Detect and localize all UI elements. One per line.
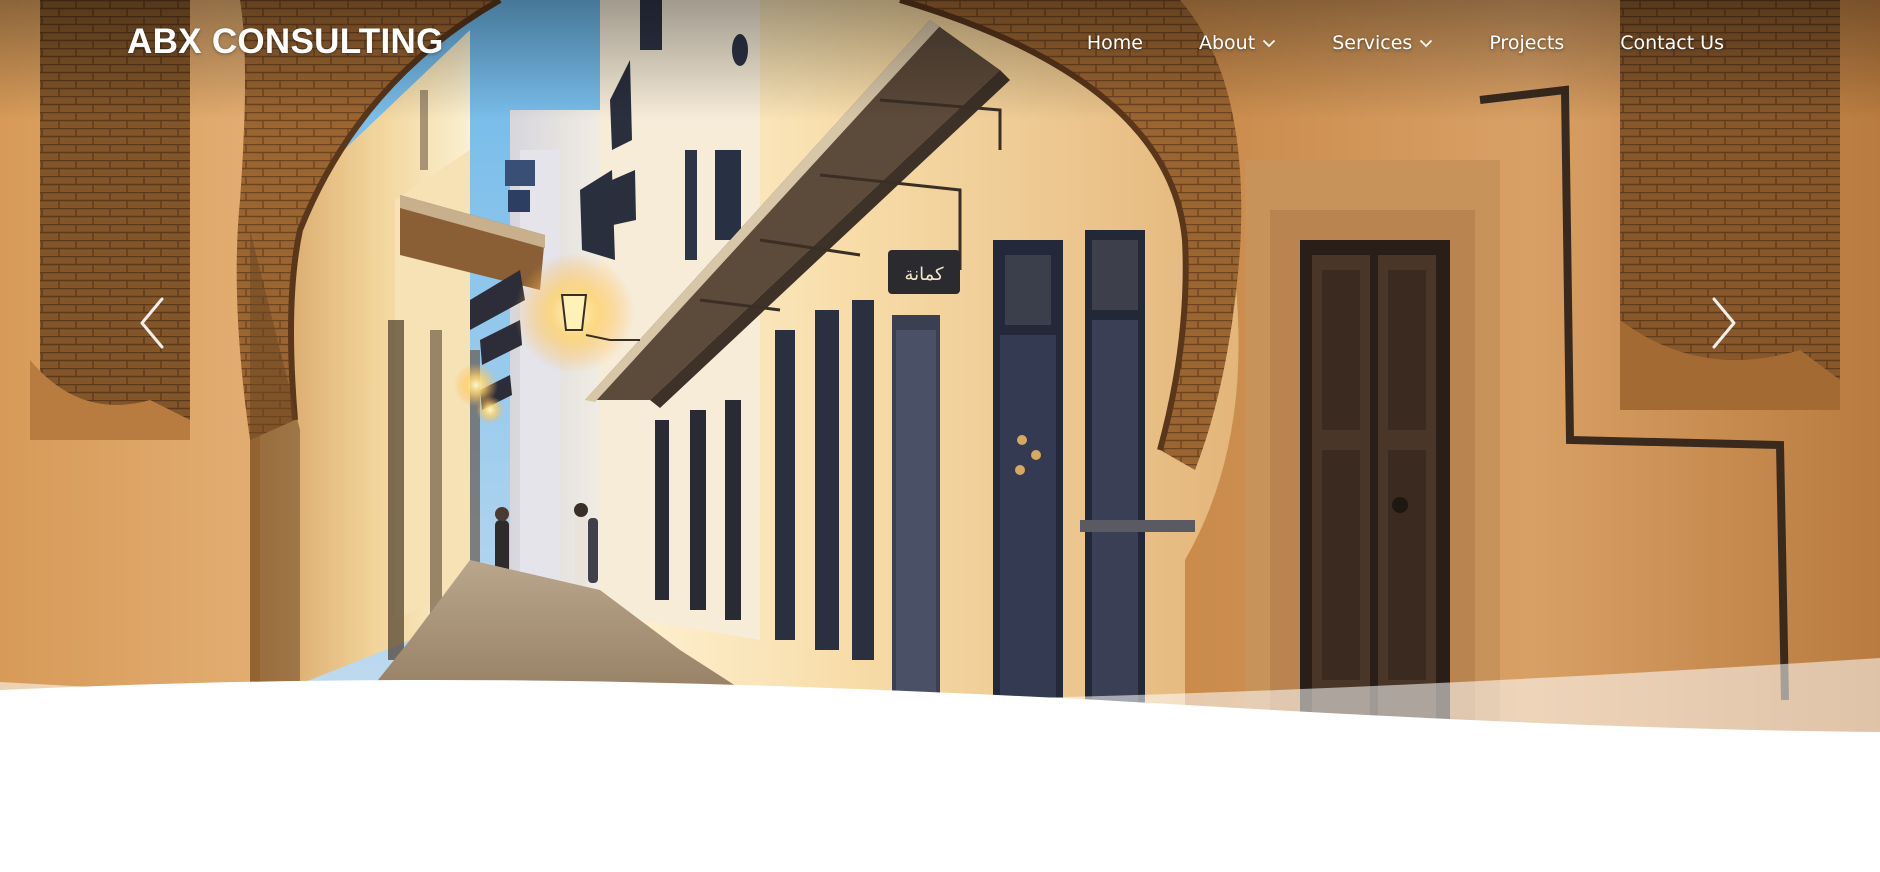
nav-item-home[interactable]: Home (1087, 32, 1143, 54)
brand-logo[interactable]: ABX CONSULTING (127, 22, 444, 62)
nav-item-services[interactable]: Services (1332, 32, 1433, 54)
chevron-down-icon (1262, 38, 1276, 48)
slider-next-button[interactable] (1702, 293, 1742, 353)
nav-label-services: Services (1332, 32, 1413, 54)
slider-prev-button[interactable] (134, 293, 174, 353)
hero-image: كمانة (0, 0, 1880, 740)
nav-label-projects: Projects (1489, 32, 1565, 54)
nav-item-about[interactable]: About (1199, 32, 1276, 54)
main-nav: Home About Services Projects Contact Us (1087, 32, 1724, 54)
hero-wave-divider (0, 658, 1880, 750)
chevron-left-icon (140, 297, 164, 349)
nav-label-contact: Contact Us (1620, 32, 1724, 54)
page: كمانة ABX CONSULTING Home About Services… (0, 0, 1880, 872)
nav-item-projects[interactable]: Projects (1489, 32, 1564, 54)
nav-label-home: Home (1086, 32, 1143, 54)
shop-sign-text: كمانة (904, 264, 944, 285)
nav-item-contact[interactable]: Contact Us (1620, 32, 1724, 54)
chevron-down-icon (1419, 38, 1433, 48)
chevron-right-icon (1712, 297, 1736, 349)
hero-slider: كمانة (0, 0, 1880, 740)
nav-label-about: About (1199, 32, 1256, 54)
top-navbar: ABX CONSULTING Home About Services Proje… (0, 0, 1880, 92)
